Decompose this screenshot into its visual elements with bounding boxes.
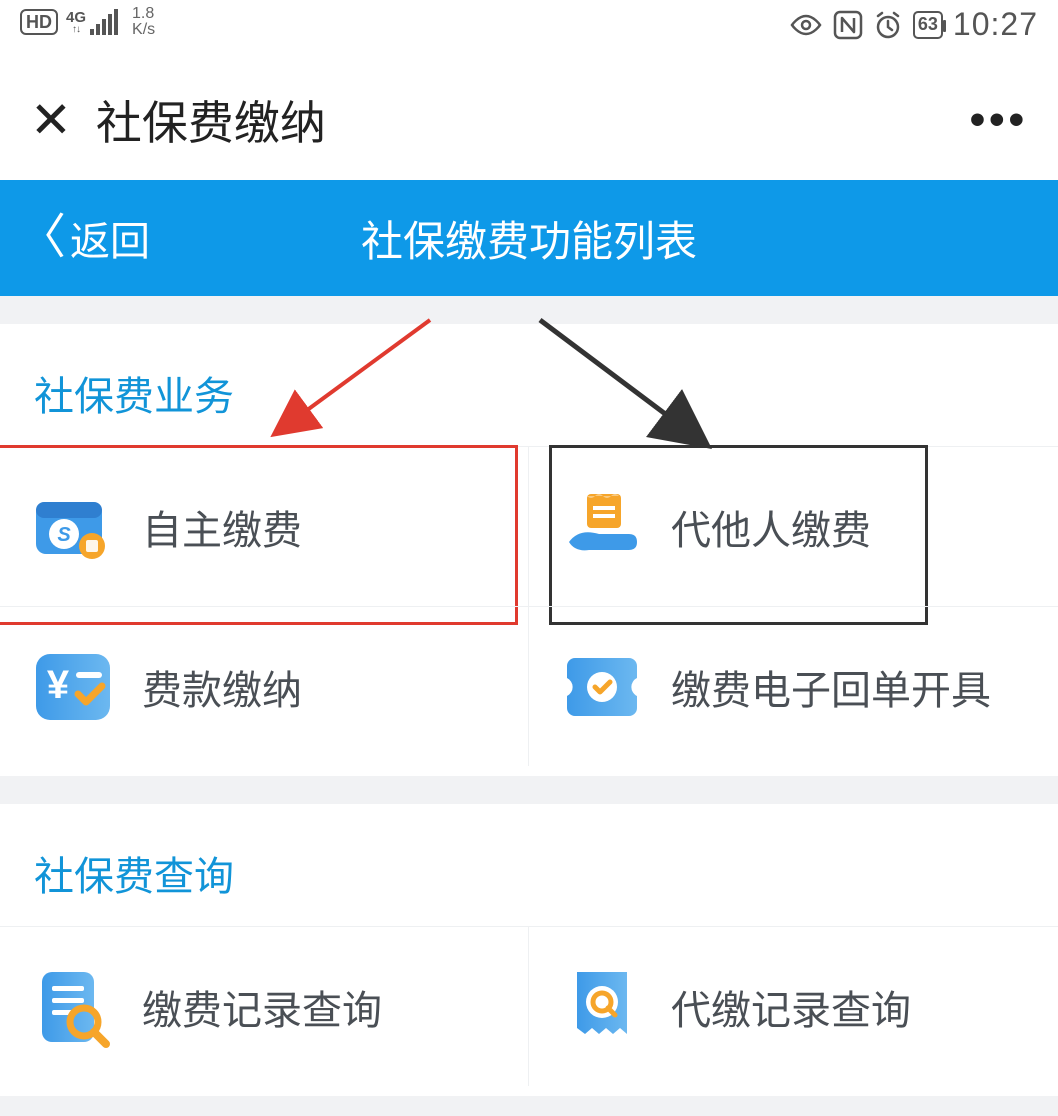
cell-pay-record-query[interactable]: 缴费记录查询 xyxy=(0,926,529,1086)
cell-receipt-issue[interactable]: 缴费电子回单开具 xyxy=(529,606,1058,766)
clock: 10:27 xyxy=(953,6,1038,43)
cell-self-pay[interactable]: S 自主缴费 xyxy=(0,446,529,606)
cell-label: 代缴记录查询 xyxy=(671,978,911,1036)
close-icon[interactable]: ✕ xyxy=(30,95,72,145)
cell-fee-pay[interactable]: ¥ 费款缴纳 xyxy=(0,606,529,766)
page-title: 社保缴费功能列表 xyxy=(0,208,1058,269)
cell-label: 费款缴纳 xyxy=(142,658,302,716)
grid: S 自主缴费 代他人缴费 xyxy=(0,446,1058,766)
signal-bars-icon xyxy=(90,9,118,35)
window-title: 社保费缴纳 xyxy=(96,87,326,153)
wallet-s-icon: S xyxy=(30,484,116,570)
hd-badge: HD xyxy=(20,9,58,35)
page-nav: 〈 返回 社保缴费功能列表 xyxy=(0,180,1058,296)
back-label: 返回 xyxy=(70,209,150,267)
grid: 缴费记录查询 代缴记录查询 xyxy=(0,926,1058,1086)
svg-text:S: S xyxy=(57,524,71,546)
chevron-left-icon: 〈 xyxy=(18,218,66,258)
back-button[interactable]: 〈 返回 xyxy=(0,209,150,267)
section-business: 社保费业务 S 自主缴费 xyxy=(0,324,1058,776)
cell-agent-record-query[interactable]: 代缴记录查询 xyxy=(529,926,1058,1086)
status-right: 63 10:27 xyxy=(789,0,1038,43)
eye-icon xyxy=(789,13,823,37)
window-header: ✕ 社保费缴纳 ••• xyxy=(0,60,1058,180)
speed-unit: K/s xyxy=(132,22,155,38)
doc-search-icon xyxy=(30,964,116,1050)
svg-text:¥: ¥ xyxy=(47,663,70,707)
section-title: 社保费查询 xyxy=(0,804,1058,926)
network-gen: 4G xyxy=(66,11,86,25)
speed-value: 1.8 xyxy=(132,6,155,22)
ticket-check-icon xyxy=(559,644,645,730)
battery-level: 63 xyxy=(918,14,938,35)
cell-label: 代他人缴费 xyxy=(671,498,871,556)
status-left: HD 4G ↑↓ 1.8 K/s xyxy=(20,0,155,38)
status-bar: HD 4G ↑↓ 1.8 K/s 63 10:27 xyxy=(0,0,1058,60)
section-title: 社保费业务 xyxy=(0,324,1058,446)
alarm-icon xyxy=(873,10,903,40)
network-arrows-icon: ↑↓ xyxy=(72,25,80,35)
cell-pay-for-other[interactable]: 代他人缴费 xyxy=(529,446,1058,606)
receipt-search-icon xyxy=(559,964,645,1050)
yen-check-icon: ¥ xyxy=(30,644,116,730)
more-menu-icon[interactable]: ••• xyxy=(970,95,1028,145)
cell-label: 缴费电子回单开具 xyxy=(671,658,991,716)
section-query: 社保费查询 缴费记录查询 xyxy=(0,804,1058,1096)
battery-indicator: 63 xyxy=(913,11,943,39)
nfc-icon xyxy=(833,10,863,40)
cell-label: 自主缴费 xyxy=(142,498,302,556)
cell-label: 缴费记录查询 xyxy=(142,978,382,1036)
network-indicator: 4G ↑↓ xyxy=(66,9,118,35)
hand-ticket-icon xyxy=(559,484,645,570)
network-speed: 1.8 K/s xyxy=(132,6,155,38)
